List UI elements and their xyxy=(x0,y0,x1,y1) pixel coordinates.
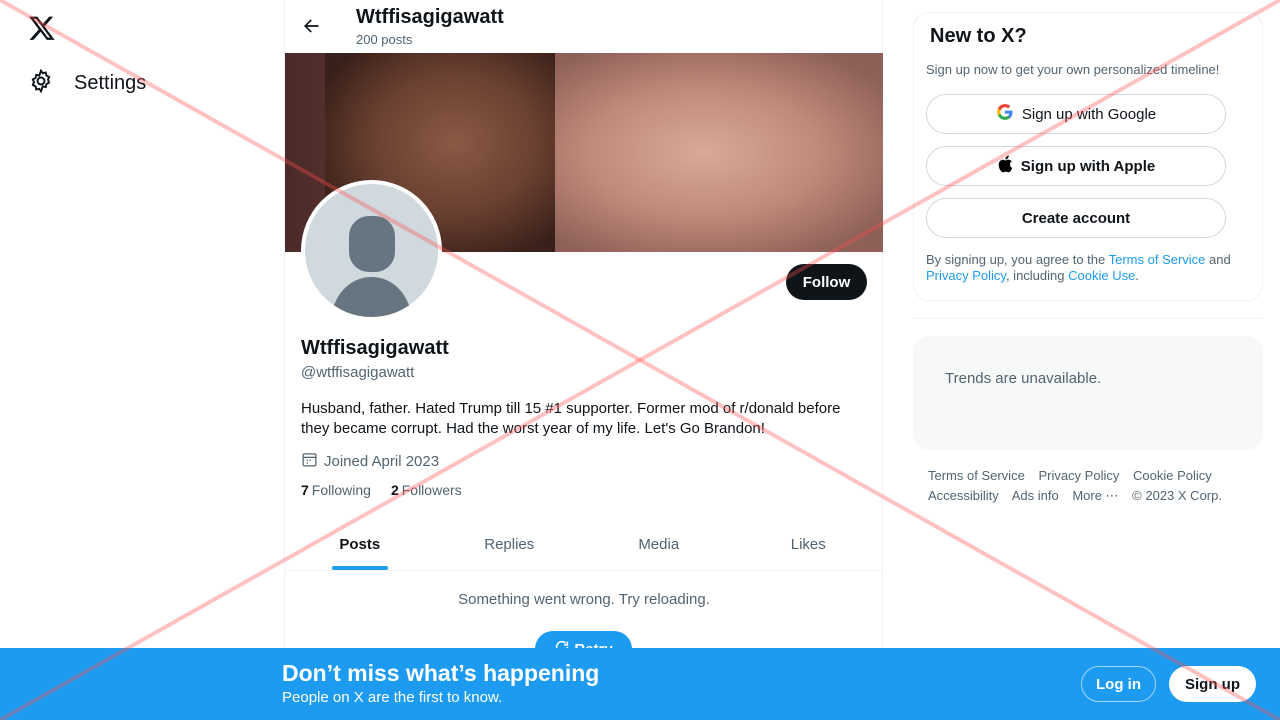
active-tab-indicator xyxy=(331,566,388,570)
privacy-link[interactable]: Privacy Policy xyxy=(926,268,1006,283)
profile-column: Wtffisagigawatt 200 posts Follow Wtffisa… xyxy=(284,0,883,720)
profile-handle: @wtffisagigawatt xyxy=(301,364,415,381)
joined-date-text: Joined April 2023 xyxy=(324,453,440,470)
bottom-signup-bar: Don’t miss what’s happening People on X … xyxy=(0,648,1280,720)
profile-tabs: Posts Replies Media Likes xyxy=(285,518,883,571)
trends-unavailable-message: Trends are unavailable. xyxy=(945,370,1102,387)
footer-copyright: © 2023 X Corp. xyxy=(1132,488,1222,503)
tab-media[interactable]: Media xyxy=(584,518,734,570)
trends-panel: Trends are unavailable. xyxy=(913,336,1263,450)
cookie-link[interactable]: Cookie Use xyxy=(1068,268,1135,283)
login-button[interactable]: Log in xyxy=(1081,666,1156,702)
terms-link[interactable]: Terms of Service xyxy=(1109,252,1206,267)
signup-terms: By signing up, you agree to the Terms of… xyxy=(926,252,1231,283)
footer-link[interactable]: Privacy Policy xyxy=(1038,468,1119,483)
sidebar-divider xyxy=(913,318,1263,319)
signup-apple-button[interactable]: Sign up with Apple xyxy=(926,146,1226,186)
footer-link[interactable]: Accessibility xyxy=(928,488,999,503)
left-nav: Settings xyxy=(0,0,284,720)
footer-link[interactable]: Terms of Service xyxy=(928,468,1025,483)
signup-card: New to X? Sign up now to get your own pe… xyxy=(913,12,1263,301)
following-link[interactable]: 7 Following xyxy=(301,482,371,498)
avatar[interactable] xyxy=(301,180,442,321)
footer-links: Terms of Service Privacy Policy Cookie P… xyxy=(928,466,1248,506)
header-post-count: 200 posts xyxy=(356,32,413,47)
footer-more[interactable]: More ⋯ xyxy=(1072,488,1118,503)
default-avatar-icon xyxy=(305,184,438,317)
signup-apple-label: Sign up with Apple xyxy=(1020,157,1156,175)
signup-subtitle: Sign up now to get your own personalized… xyxy=(926,62,1220,77)
bottom-bar-title: Don’t miss what’s happening xyxy=(282,660,600,686)
tab-replies[interactable]: Replies xyxy=(435,518,585,570)
x-logo-icon[interactable] xyxy=(28,14,56,42)
signup-google-button[interactable]: Sign up with Google xyxy=(926,94,1226,134)
banner-photo-right xyxy=(555,53,883,252)
footer-link[interactable]: Ads info xyxy=(1012,488,1059,503)
tab-posts[interactable]: Posts xyxy=(285,518,435,570)
apple-icon xyxy=(997,155,1013,177)
footer-link[interactable]: Cookie Policy xyxy=(1133,468,1212,483)
signup-title: New to X? xyxy=(930,25,1027,47)
settings-label: Settings xyxy=(74,71,147,94)
profile-bio: Husband, father. Hated Trump till 15 #1 … xyxy=(301,400,841,437)
tab-likes[interactable]: Likes xyxy=(734,518,884,570)
create-account-button[interactable]: Create account xyxy=(926,198,1226,238)
signup-google-label: Sign up with Google xyxy=(1021,105,1157,123)
bottom-bar-subtitle: People on X are the first to know. xyxy=(282,689,503,706)
signup-button[interactable]: Sign up xyxy=(1169,666,1256,702)
followers-link[interactable]: 2 Followers xyxy=(391,482,462,498)
feed-error-message: Something went wrong. Try reloading. xyxy=(458,591,710,608)
calendar-icon xyxy=(301,451,318,472)
settings-nav-item[interactable]: Settings xyxy=(28,68,146,98)
gear-icon xyxy=(28,68,54,99)
profile-header-bar: Wtffisagigawatt 200 posts xyxy=(285,0,883,53)
back-arrow-icon[interactable] xyxy=(301,16,321,36)
joined-date: Joined April 2023 xyxy=(301,451,439,472)
follow-stats: 7 Following 2 Followers xyxy=(301,482,462,498)
profile-display-name: Wtffisagigawatt xyxy=(301,337,449,359)
header-profile-name: Wtffisagigawatt xyxy=(356,6,504,28)
google-icon xyxy=(996,103,1014,125)
follow-button[interactable]: Follow xyxy=(786,264,867,300)
